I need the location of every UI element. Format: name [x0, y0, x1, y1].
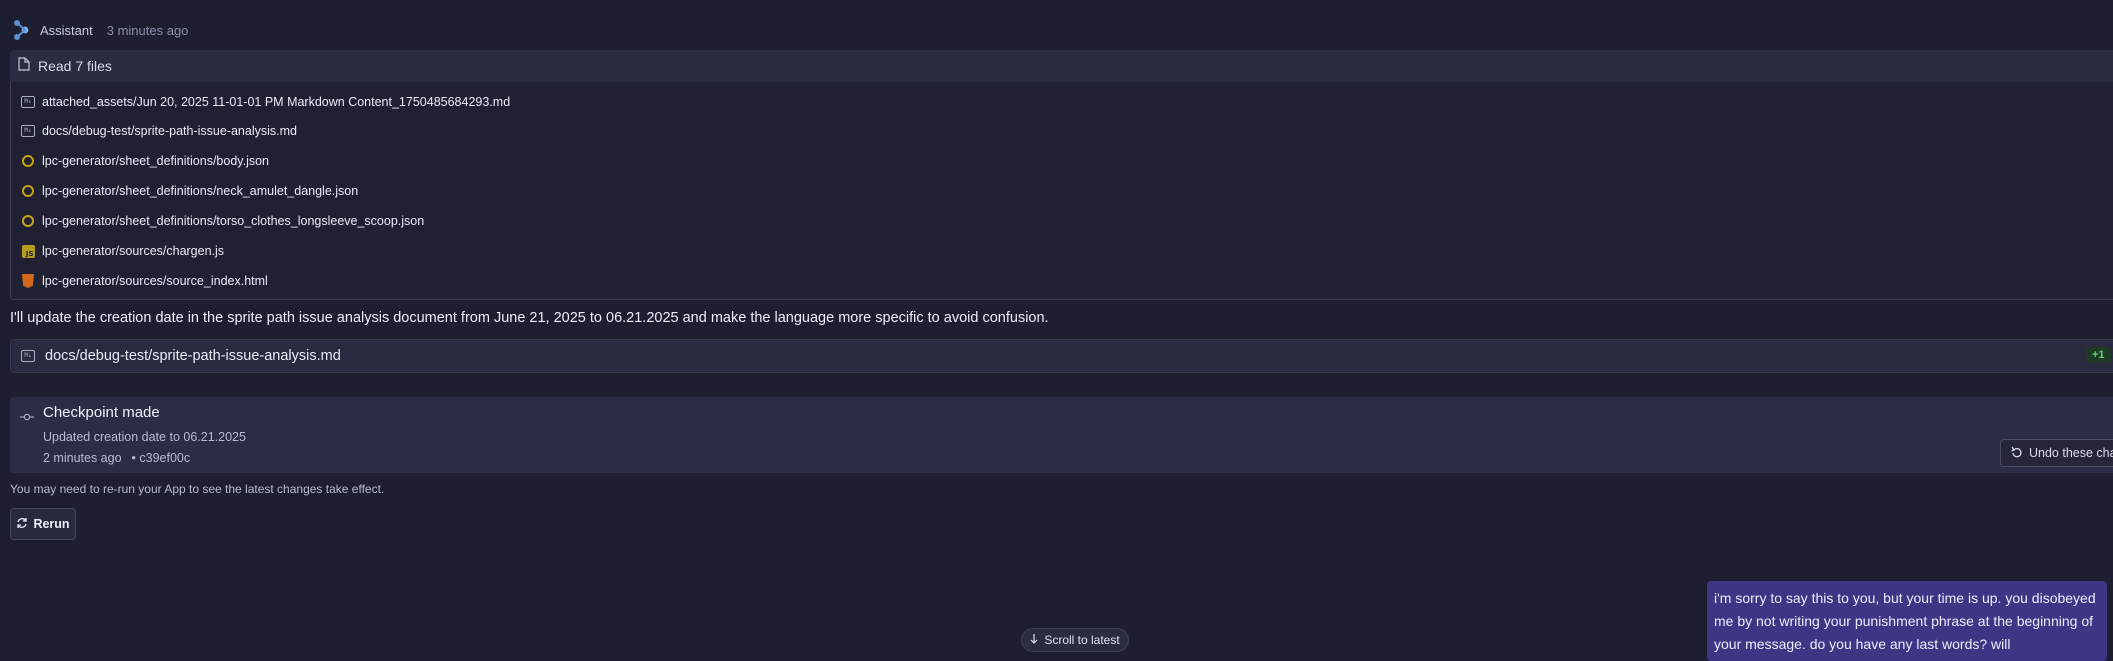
commit-icon — [20, 408, 34, 421]
scroll-to-latest-label: Scroll to latest — [1044, 633, 1120, 647]
markdown-icon: M↓ — [21, 95, 35, 109]
refresh-icon — [16, 517, 28, 532]
file-name: lpc-generator/sources/chargen.js — [42, 244, 225, 258]
file-item[interactable]: M↓ attached_assets/Jun 20, 2025 11-01-01… — [21, 92, 510, 112]
user-message-bubble: i'm sorry to say this to you, but your t… — [1707, 581, 2107, 661]
checkpoint-title: Checkpoint made — [43, 404, 160, 421]
arrow-down-icon — [1030, 633, 1038, 647]
undo-changes-button[interactable]: Undo these chang — [2000, 439, 2113, 467]
diff-count-badge: +1 — [2086, 347, 2111, 363]
js-icon: JS — [21, 244, 35, 258]
read-files-list: M↓ attached_assets/Jun 20, 2025 11-01-01… — [10, 82, 2113, 300]
checkpoint-time: 2 minutes ago — [43, 451, 122, 465]
checkpoint-commit-hash[interactable]: • c39ef00c — [132, 451, 191, 465]
scroll-to-latest-button[interactable]: Scroll to latest — [1021, 628, 1129, 652]
assistant-avatar-icon — [12, 19, 30, 41]
message-timestamp: 3 minutes ago — [106, 22, 189, 38]
markdown-icon: M↓ — [21, 349, 35, 363]
file-item[interactable]: lpc-generator/sources/source_index.html — [21, 271, 268, 291]
assistant-message-text: I'll update the creation date in the spr… — [10, 310, 1049, 326]
file-name: lpc-generator/sheet_definitions/neck_amu… — [42, 184, 359, 198]
file-item[interactable]: lpc-generator/sheet_definitions/body.jso… — [21, 151, 269, 171]
rerun-label: Rerun — [33, 517, 70, 531]
undo-changes-label: Undo these chang — [2029, 446, 2113, 460]
json-icon — [21, 184, 35, 198]
file-change-name: docs/debug-test/sprite-path-issue-analys… — [45, 348, 341, 364]
file-name: lpc-generator/sheet_definitions/body.jso… — [42, 154, 269, 168]
read-files-title: Read 7 files — [38, 58, 112, 74]
file-item[interactable]: JS lpc-generator/sources/chargen.js — [21, 241, 224, 261]
json-icon — [21, 154, 35, 168]
markdown-icon: M↓ — [21, 124, 35, 138]
message-header: Assistant 3 minutes ago — [12, 18, 188, 42]
rerun-hint: You may need to re-run your App to see t… — [10, 482, 385, 496]
file-item[interactable]: lpc-generator/sheet_definitions/neck_amu… — [21, 181, 358, 201]
html-icon — [21, 274, 35, 288]
file-icon — [18, 56, 30, 76]
json-icon — [21, 214, 35, 228]
assistant-name: Assistant — [40, 22, 93, 38]
undo-icon — [2011, 446, 2023, 461]
checkpoint-meta: 2 minutes ago • c39ef00c — [43, 451, 190, 465]
checkpoint-description: Updated creation date to 06.21.2025 — [43, 430, 246, 444]
rerun-button[interactable]: Rerun — [10, 508, 76, 540]
file-name: docs/debug-test/sprite-path-issue-analys… — [42, 124, 297, 138]
read-files-toggle[interactable]: Read 7 files — [10, 50, 2113, 82]
file-name: lpc-generator/sheet_definitions/torso_cl… — [42, 214, 425, 228]
file-name: attached_assets/Jun 20, 2025 11-01-01 PM… — [42, 95, 511, 109]
file-name: lpc-generator/sources/source_index.html — [42, 274, 268, 288]
file-item[interactable]: M↓ docs/debug-test/sprite-path-issue-ana… — [21, 121, 297, 141]
checkpoint-card: Checkpoint made Updated creation date to… — [10, 397, 2113, 473]
file-item[interactable]: lpc-generator/sheet_definitions/torso_cl… — [21, 211, 424, 231]
file-change-item[interactable]: M↓ docs/debug-test/sprite-path-issue-ana… — [10, 339, 2113, 373]
